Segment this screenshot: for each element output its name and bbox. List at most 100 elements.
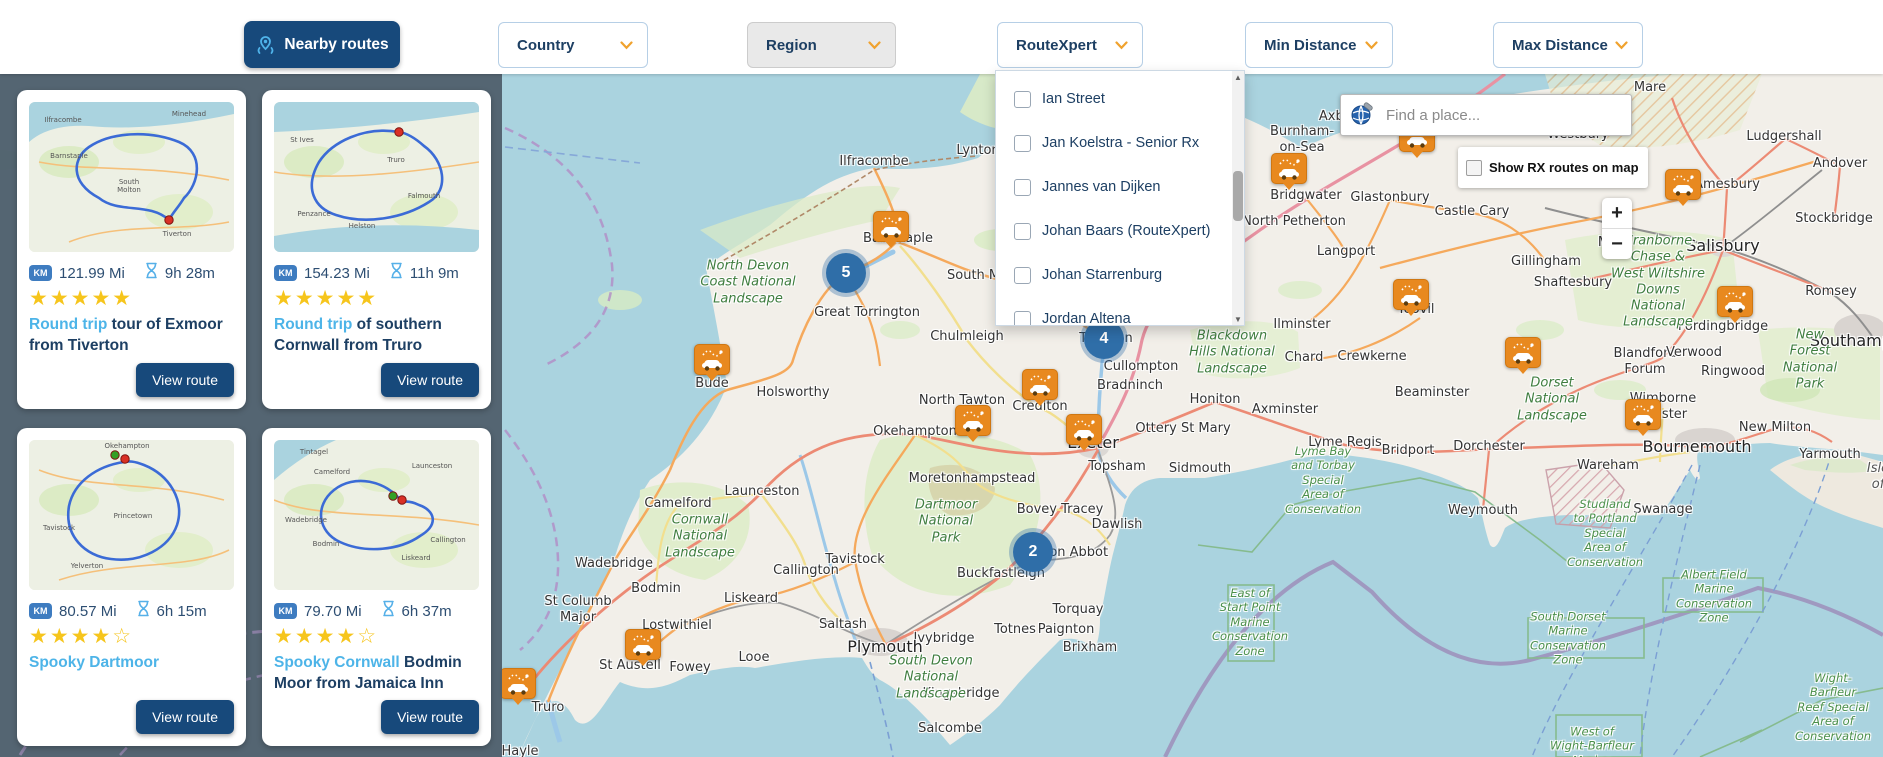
routexpert-dropdown-panel: Ian StreetJan Koelstra - Senior Rx Jannes…	[995, 70, 1245, 326]
checkbox-jordan-altena[interactable]	[1014, 311, 1031, 327]
hourglass-icon	[382, 600, 395, 622]
route-marker[interactable]	[694, 344, 730, 375]
svg-text:Wadebridge: Wadebridge	[285, 516, 327, 524]
scroll-up-arrow[interactable]: ▲	[1232, 71, 1244, 83]
nearby-routes-panel: IlfracombeMineheadBarnstapleSouthMoltonT…	[0, 74, 502, 757]
route-marker[interactable]	[1717, 286, 1753, 317]
route-rating: ★★★★☆	[274, 626, 479, 647]
scroll-down-arrow[interactable]: ▼	[1232, 313, 1244, 325]
option-label-johan-starrenburg: Johan Starrenburg	[1042, 266, 1162, 285]
route-thumbnail[interactable]: IlfracombeMineheadBarnstapleSouthMoltonT…	[29, 102, 234, 252]
svg-text:Tiverton: Tiverton	[162, 230, 192, 238]
checkbox-johan-baars-routexpert[interactable]	[1014, 223, 1031, 240]
svg-text:Yelverton: Yelverton	[70, 562, 103, 570]
route-distance: 121.99 Mi	[59, 265, 125, 282]
route-marker[interactable]	[1505, 337, 1541, 368]
view-route-button[interactable]: View route	[136, 363, 234, 397]
svg-text:Launceston: Launceston	[412, 462, 452, 470]
route-title: Round trip tour of Exmoor from Tiverton	[29, 315, 234, 357]
filter-dropdown-region[interactable]: Region	[747, 22, 896, 68]
nearby-routes-icon	[255, 34, 276, 55]
route-title: Spooky Cornwall Bodmin Moor from Jamaica…	[274, 653, 479, 695]
top-toolbar: Nearby routes Country Region RouteXpert Min…	[0, 0, 1883, 74]
svg-text:Camelford: Camelford	[314, 468, 350, 476]
routexpert-option-johan-baars-routexpert[interactable]: Johan Baars (RouteXpert)	[1014, 209, 1232, 253]
distance-badge-icon: KM	[274, 265, 297, 281]
option-label-jordan-altena: Jordan Altena	[1042, 310, 1131, 326]
zoom-in-button[interactable]: +	[1602, 198, 1632, 228]
chevron-down-icon	[868, 37, 881, 54]
map-zoom-control: + −	[1602, 198, 1632, 259]
svg-text:St Ives: St Ives	[290, 136, 314, 144]
svg-text:Ilfracombe: Ilfracombe	[44, 116, 81, 124]
route-stats: KM80.57 Mi6h 15m	[29, 600, 234, 622]
route-cluster-2[interactable]: 2	[1013, 532, 1053, 572]
route-marker[interactable]	[1066, 414, 1102, 445]
filter-label-region: Region	[766, 37, 817, 54]
route-cluster-5[interactable]: 5	[826, 253, 866, 293]
hourglass-icon	[390, 262, 403, 284]
route-distance: 79.70 Mi	[304, 603, 362, 620]
view-route-button[interactable]: View route	[381, 700, 479, 734]
route-marker[interactable]	[625, 629, 661, 660]
dropdown-scrollbar[interactable]: ▲ ▼	[1232, 71, 1244, 325]
option-label-johan-baars-routexpert: Johan Baars (RouteXpert)	[1042, 222, 1210, 241]
checkbox-ian-street[interactable]	[1014, 91, 1031, 108]
route-distance: 80.57 Mi	[59, 603, 117, 620]
route-thumbnail[interactable]: St IvesTruroFalmouthPenzanceHelston	[274, 102, 479, 252]
route-card-1: IlfracombeMineheadBarnstapleSouthMoltonT…	[17, 90, 246, 409]
svg-text:Truro: Truro	[386, 156, 405, 164]
show-rx-label: Show RX routes on map	[1489, 160, 1639, 175]
distance-badge-icon: KM	[29, 265, 52, 281]
option-label-jannes-van-dijken: Jannes van Dijken	[1042, 178, 1161, 197]
checkbox-johan-starrenburg[interactable]	[1014, 267, 1031, 284]
route-duration: 6h 37m	[402, 603, 452, 620]
checkbox-jan-koelstra-senior-rx[interactable]	[1014, 135, 1031, 152]
view-route-button[interactable]: View route	[381, 363, 479, 397]
route-marker[interactable]	[1625, 399, 1661, 430]
svg-text:Tintagel: Tintagel	[299, 448, 328, 456]
route-title-lead: Spooky Cornwall	[274, 654, 400, 671]
chevron-down-icon	[1115, 37, 1128, 54]
chevron-down-icon	[620, 37, 633, 54]
routexpert-option-ian-street[interactable]: Ian Street	[1014, 77, 1232, 121]
zoom-out-button[interactable]: −	[1602, 229, 1632, 259]
route-marker[interactable]	[1393, 279, 1429, 310]
distance-badge-icon: KM	[274, 603, 297, 619]
chevron-down-icon	[1365, 37, 1378, 54]
routexpert-option-johan-starrenburg[interactable]: Johan Starrenburg	[1014, 253, 1232, 297]
nearby-routes-label: Nearby routes	[284, 36, 388, 54]
filter-dropdown-country[interactable]: Country	[498, 22, 648, 68]
nearby-routes-button[interactable]: Nearby routes	[244, 21, 400, 68]
route-marker[interactable]	[955, 405, 991, 436]
search-input[interactable]	[1384, 106, 1631, 125]
filter-dropdown-min-distance[interactable]: Min Distance	[1245, 22, 1393, 68]
route-marker[interactable]	[1271, 153, 1307, 184]
svg-text:Bodmin: Bodmin	[313, 540, 340, 548]
checkbox-jannes-van-dijken[interactable]	[1014, 179, 1031, 196]
route-stats: KM154.23 Mi11h 9m	[274, 262, 479, 284]
svg-text:SouthMolton: SouthMolton	[117, 178, 141, 194]
show-rx-routes-toggle[interactable]: Show RX routes on map	[1458, 147, 1648, 188]
show-rx-checkbox[interactable]	[1466, 160, 1482, 176]
svg-text:Okehampton: Okehampton	[104, 442, 149, 450]
route-thumbnail[interactable]: Tintagel Camelford Launceston Wadebridge Bod…	[274, 440, 479, 590]
svg-text:Tavistock: Tavistock	[42, 524, 76, 532]
filter-dropdown-max-distance[interactable]: Max Distance	[1493, 22, 1643, 68]
filter-dropdown-routexpert[interactable]: RouteXpert	[997, 22, 1143, 68]
route-marker[interactable]	[873, 211, 909, 242]
svg-text:Callington: Callington	[430, 536, 465, 544]
route-card-3: OkehamptonTavistockPrincetownYelvertonKM…	[17, 428, 246, 746]
filter-label-max-distance: Max Distance	[1512, 37, 1608, 54]
routexpert-options-list: Ian StreetJan Koelstra - Senior Rx Jannes…	[996, 71, 1232, 326]
routexpert-option-jannes-van-dijken[interactable]: Jannes van Dijken	[1014, 165, 1232, 209]
route-thumbnail[interactable]: OkehamptonTavistockPrincetownYelverton	[29, 440, 234, 590]
filter-label-country: Country	[517, 37, 575, 54]
route-marker[interactable]	[1665, 169, 1701, 200]
find-place-search[interactable]	[1340, 94, 1632, 136]
view-route-button[interactable]: View route	[136, 700, 234, 734]
scrollbar-thumb[interactable]	[1233, 171, 1243, 221]
route-marker[interactable]	[1022, 369, 1058, 400]
routexpert-option-jordan-altena[interactable]: Jordan Altena	[1014, 297, 1232, 326]
routexpert-option-jan-koelstra-senior-rx[interactable]: Jan Koelstra - Senior Rx	[1014, 121, 1232, 165]
